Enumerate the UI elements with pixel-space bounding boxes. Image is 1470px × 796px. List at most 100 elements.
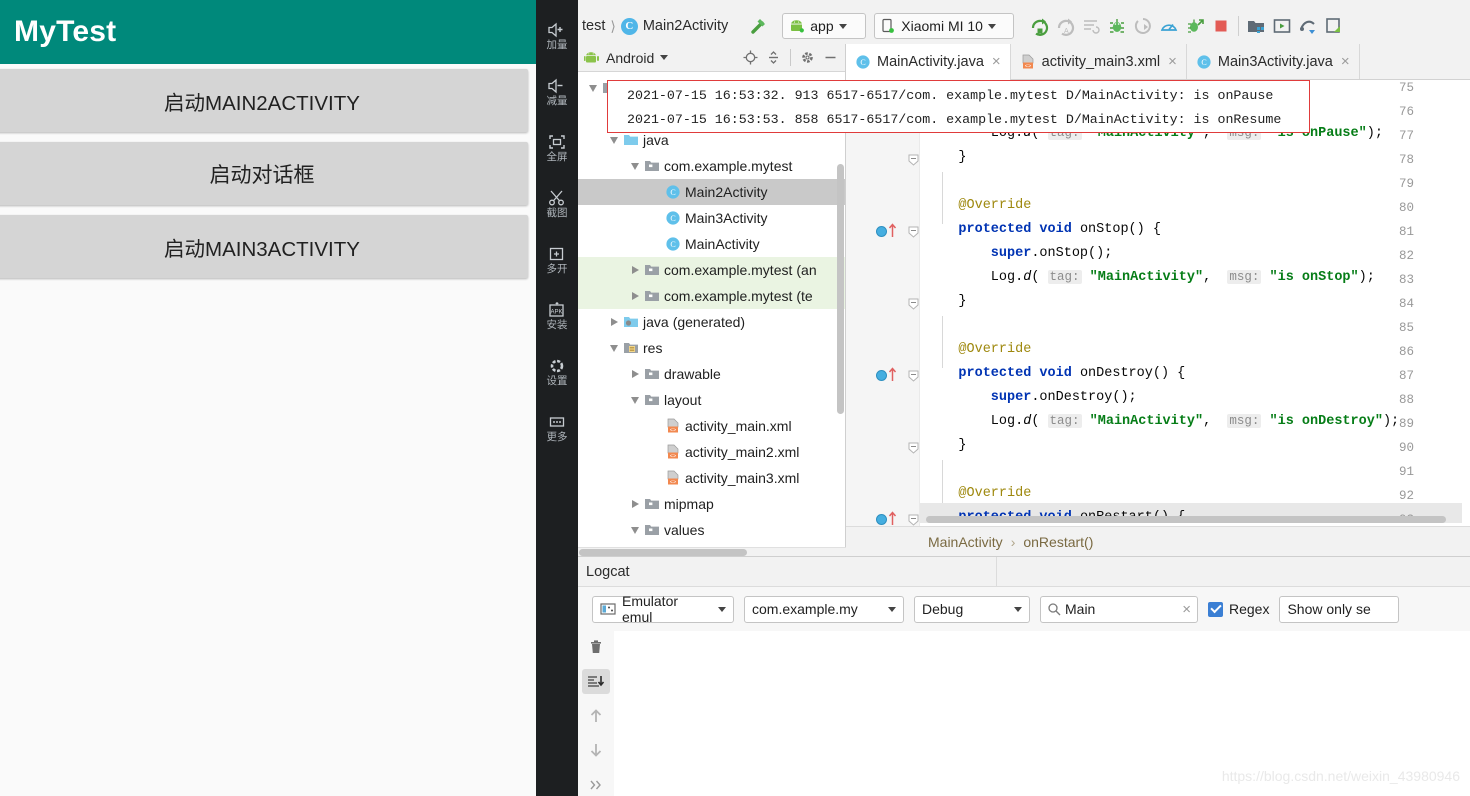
- override-marker-icon[interactable]: [888, 223, 897, 243]
- clear-search-icon[interactable]: ×: [1182, 601, 1191, 618]
- emulator-fullscreen-button[interactable]: 全屏: [536, 120, 578, 176]
- logcat-prev-button[interactable]: [582, 704, 610, 728]
- emulator-volume-down-button[interactable]: 减量: [536, 64, 578, 120]
- code-line[interactable]: }: [926, 294, 966, 309]
- start-main3activity-button[interactable]: 启动MAIN3ACTIVITY: [0, 215, 528, 278]
- start-main2activity-button[interactable]: 启动MAIN2ACTIVITY: [0, 69, 528, 132]
- chevron-down-icon[interactable]: [584, 84, 602, 92]
- code-fold-icon[interactable]: [908, 298, 919, 310]
- rerun-button[interactable]: A: [1052, 13, 1078, 39]
- tree-node[interactable]: <> activity_main3.xml: [578, 465, 845, 491]
- stop-button[interactable]: [1208, 13, 1234, 39]
- logcat-title[interactable]: Logcat: [578, 564, 630, 580]
- code-line[interactable]: super.onStop();: [926, 246, 1113, 261]
- tree-node[interactable]: mipmap: [578, 491, 845, 517]
- chevron-right-icon[interactable]: [626, 266, 644, 274]
- chevron-right-icon[interactable]: [626, 500, 644, 508]
- logcat-scroll-to-end-button[interactable]: [582, 669, 610, 694]
- run-coverage-button[interactable]: [1130, 13, 1156, 39]
- profiler-button[interactable]: [1156, 13, 1182, 39]
- emulator-install-apk-button[interactable]: APK 安装: [536, 288, 578, 344]
- logcat-level-select[interactable]: Debug: [914, 595, 1030, 623]
- chevron-right-icon[interactable]: [626, 292, 644, 300]
- code-line[interactable]: @Override: [926, 342, 1031, 357]
- code-fold-icon[interactable]: [908, 154, 919, 166]
- code-line[interactable]: Log.d( tag: "MainActivity", msg: "is onD…: [926, 414, 1399, 429]
- tree-node[interactable]: com.example.mytest (te: [578, 283, 845, 309]
- run-button[interactable]: [1026, 13, 1052, 39]
- run-configuration-select[interactable]: app: [782, 13, 867, 39]
- chevron-down-icon[interactable]: [626, 396, 644, 404]
- tree-node[interactable]: C MainActivity: [578, 231, 845, 257]
- collapse-all-icon[interactable]: [765, 49, 782, 66]
- code-line[interactable]: protected void onDestroy() {: [926, 366, 1185, 381]
- code-line[interactable]: }: [926, 150, 966, 165]
- chevron-right-icon[interactable]: [605, 318, 623, 326]
- close-icon[interactable]: ×: [992, 53, 1001, 70]
- build-button[interactable]: [746, 13, 772, 39]
- logcat-search-input[interactable]: Main ×: [1040, 595, 1198, 623]
- project-tree[interactable]: appmanifestsjavacom.example.mytestCMain2…: [578, 72, 845, 556]
- tree-node[interactable]: java (generated): [578, 309, 845, 335]
- apply-changes-button[interactable]: [1078, 13, 1104, 39]
- tree-node[interactable]: C Main3Activity: [578, 205, 845, 231]
- code-line[interactable]: @Override: [926, 198, 1031, 213]
- breakpoint-icon[interactable]: [876, 226, 887, 237]
- close-icon[interactable]: ×: [1168, 53, 1177, 70]
- override-marker-icon[interactable]: [888, 511, 897, 526]
- chevron-down-icon[interactable]: [605, 136, 623, 144]
- chevron-down-icon[interactable]: [626, 526, 644, 534]
- close-icon[interactable]: ×: [1341, 53, 1350, 70]
- code-line[interactable]: }: [926, 438, 966, 453]
- chevron-down-icon[interactable]: [626, 162, 644, 170]
- emulator-screenshot-button[interactable]: 截图: [536, 176, 578, 232]
- emulator-multi-instance-button[interactable]: 多开: [536, 232, 578, 288]
- emulator-volume-up-button[interactable]: 加量: [536, 8, 578, 64]
- device-select[interactable]: Xiaomi MI 10: [874, 13, 1015, 39]
- code-fold-icon[interactable]: [908, 370, 919, 382]
- code-line[interactable]: super.onDestroy();: [926, 390, 1137, 405]
- project-tree-vscrollbar[interactable]: [837, 164, 844, 414]
- debug-button[interactable]: [1104, 13, 1130, 39]
- gear-icon[interactable]: [799, 49, 816, 66]
- logcat-next-button[interactable]: [582, 738, 610, 762]
- breakpoint-icon[interactable]: [876, 514, 887, 525]
- code-fold-icon[interactable]: [908, 226, 919, 238]
- attach-debugger-button[interactable]: [1182, 13, 1208, 39]
- code-fold-icon[interactable]: [908, 514, 919, 526]
- locate-icon[interactable]: [742, 49, 759, 66]
- code-fold-icon[interactable]: [908, 442, 919, 454]
- project-panel-title[interactable]: Android: [606, 50, 654, 66]
- chevron-right-icon[interactable]: [626, 370, 644, 378]
- tree-node[interactable]: C Main2Activity: [578, 179, 845, 205]
- editor-tab[interactable]: C Main3Activity.java ×: [1186, 44, 1360, 79]
- chevron-down-icon[interactable]: [660, 55, 669, 60]
- sdk-manager-button[interactable]: [1243, 13, 1269, 39]
- toolbar-project-crumb[interactable]: test: [582, 18, 605, 34]
- logcat-device-select[interactable]: Emulator emul: [592, 593, 734, 625]
- tree-node[interactable]: <> activity_main2.xml: [578, 439, 845, 465]
- tree-node[interactable]: res: [578, 335, 845, 361]
- toolbar-class-crumb[interactable]: Main2Activity: [643, 18, 728, 34]
- breadcrumb-class[interactable]: MainActivity: [928, 534, 1003, 550]
- emulator-more-button[interactable]: 更多: [536, 400, 578, 456]
- logcat-show-only-select[interactable]: Show only se: [1279, 595, 1400, 623]
- chevron-down-icon[interactable]: [605, 344, 623, 352]
- code-line[interactable]: @Override: [926, 486, 1031, 501]
- breadcrumb-method[interactable]: onRestart(): [1023, 534, 1093, 550]
- code-line[interactable]: Log.d( tag: "MainActivity", msg: "is onS…: [926, 270, 1375, 285]
- logcat-regex-checkbox[interactable]: Regex: [1208, 601, 1269, 617]
- logcat-clear-button[interactable]: [582, 635, 610, 659]
- sync-gradle-button[interactable]: [1295, 13, 1321, 39]
- editor-tab[interactable]: C MainActivity.java ×: [846, 44, 1011, 80]
- avd-manager-button[interactable]: [1269, 13, 1295, 39]
- code-viewport[interactable]: 75 protected void onPause() {76 super.on…: [846, 80, 1470, 526]
- override-marker-icon[interactable]: [888, 367, 897, 387]
- emulator-settings-button[interactable]: 设置: [536, 344, 578, 400]
- start-dialog-button[interactable]: 启动对话框: [0, 142, 528, 205]
- tree-node[interactable]: values: [578, 517, 845, 543]
- minimize-icon[interactable]: [822, 49, 839, 66]
- editor-hscrollbar[interactable]: [926, 516, 1446, 523]
- tree-node[interactable]: com.example.mytest (an: [578, 257, 845, 283]
- tree-node[interactable]: drawable: [578, 361, 845, 387]
